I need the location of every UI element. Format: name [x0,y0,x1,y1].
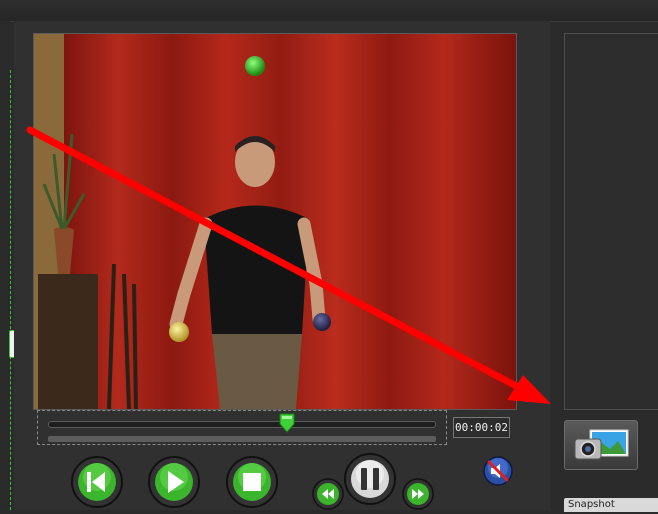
splitter-guide [10,70,11,510]
stop-icon [226,456,278,508]
play-button[interactable] [147,455,201,513]
fast-forward-button[interactable] [402,478,434,514]
preview-panel [564,33,658,410]
juggling-ball [313,313,331,331]
seek-bar[interactable] [37,410,447,445]
fast-forward-icon [402,478,434,510]
seek-thumb[interactable] [279,413,295,433]
rewind-icon [312,478,344,510]
speaker-mute-icon [483,456,513,486]
slider-thumb-icon [279,413,295,433]
buffer-bar [48,436,436,442]
camera-picture-icon [574,429,629,460]
previous-button[interactable] [70,455,124,513]
juggling-ball [245,56,265,76]
rewind-button[interactable] [312,478,344,514]
pause-icon [344,453,396,505]
video-display[interactable] [33,33,517,410]
mute-button[interactable] [483,456,513,490]
stop-button[interactable] [225,455,279,513]
left-sidebar [0,21,10,510]
time-display: 00:00:02 [453,417,510,438]
top-bar [0,0,658,22]
pause-button[interactable] [343,452,397,510]
juggling-ball [169,322,189,342]
seek-track[interactable] [48,421,436,428]
snapshot-button[interactable] [564,420,638,470]
video-frame-image [34,34,516,409]
skip-previous-icon [71,456,123,508]
play-icon [148,456,200,508]
